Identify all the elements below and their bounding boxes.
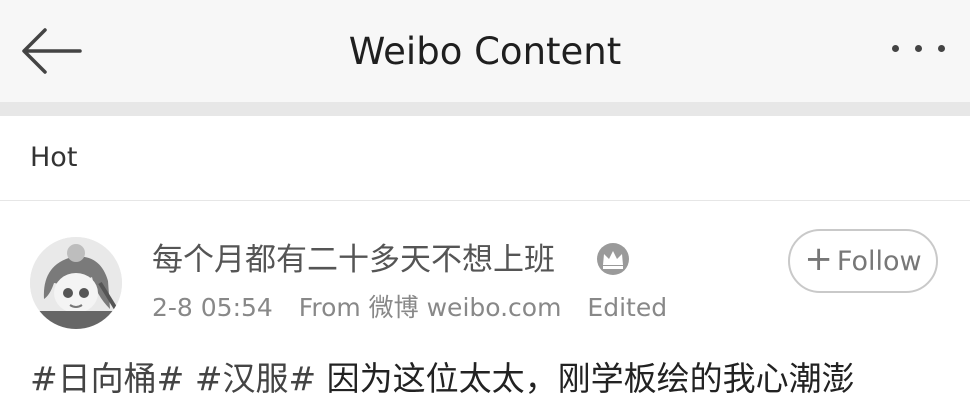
more-dots-icon bbox=[915, 45, 922, 52]
crown-icon bbox=[597, 243, 629, 275]
hashtag-link[interactable]: #汉服# bbox=[195, 359, 316, 398]
post-meta: 2-8 05:54 From 微博 weibo.com Edited bbox=[152, 291, 685, 325]
avatar[interactable] bbox=[30, 237, 122, 329]
follow-label: Follow bbox=[836, 245, 922, 277]
post-source: From 微博 weibo.com bbox=[298, 293, 562, 322]
section-divider bbox=[0, 102, 970, 116]
avatar-image bbox=[30, 237, 122, 329]
more-options-button[interactable] bbox=[884, 32, 954, 68]
tab-hot[interactable]: Hot bbox=[30, 140, 77, 176]
post-text: 因为这位太太，刚学板绘的我心潮澎 bbox=[326, 359, 855, 398]
post-edited: Edited bbox=[587, 293, 668, 322]
more-dots-icon bbox=[938, 45, 945, 52]
post-time: 2-8 05:54 bbox=[152, 293, 273, 322]
follow-button[interactable]: + Follow bbox=[788, 229, 938, 293]
tab-bar: Hot bbox=[0, 116, 970, 201]
hashtag-link[interactable]: #日向桶# bbox=[30, 359, 184, 398]
top-bar: Weibo Content bbox=[0, 0, 970, 102]
more-dots-icon bbox=[892, 45, 899, 52]
page-title: Weibo Content bbox=[348, 30, 622, 73]
post-body: #日向桶# #汉服# 因为这位太太，刚学板绘的我心潮澎 bbox=[30, 356, 855, 402]
post-username[interactable]: 每个月都有二十多天不想上班 bbox=[152, 239, 555, 281]
plus-icon: + bbox=[804, 239, 833, 279]
